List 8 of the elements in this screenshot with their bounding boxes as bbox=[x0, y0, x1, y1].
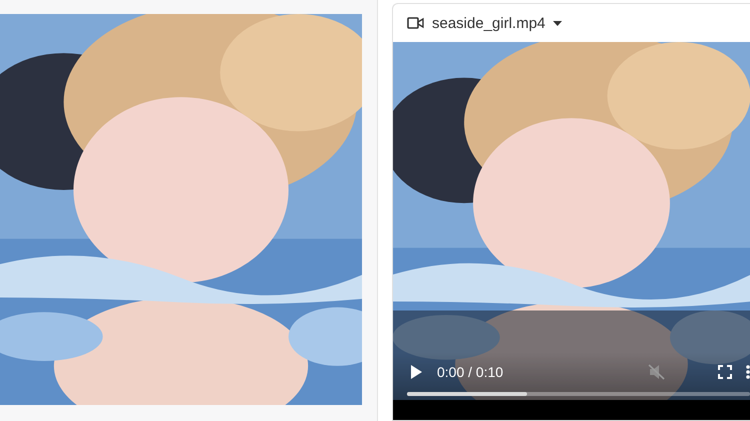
video-camera-icon bbox=[407, 17, 424, 29]
file-name: seaside_girl.mp4 bbox=[432, 14, 546, 32]
caret-icon[interactable] bbox=[553, 20, 562, 26]
fullscreen-button[interactable] bbox=[718, 365, 732, 379]
more-options-button[interactable] bbox=[746, 364, 750, 380]
progress-bar[interactable] bbox=[407, 392, 750, 396]
time-display: 0:00 / 0:10 bbox=[437, 364, 504, 380]
play-button[interactable] bbox=[409, 364, 423, 380]
